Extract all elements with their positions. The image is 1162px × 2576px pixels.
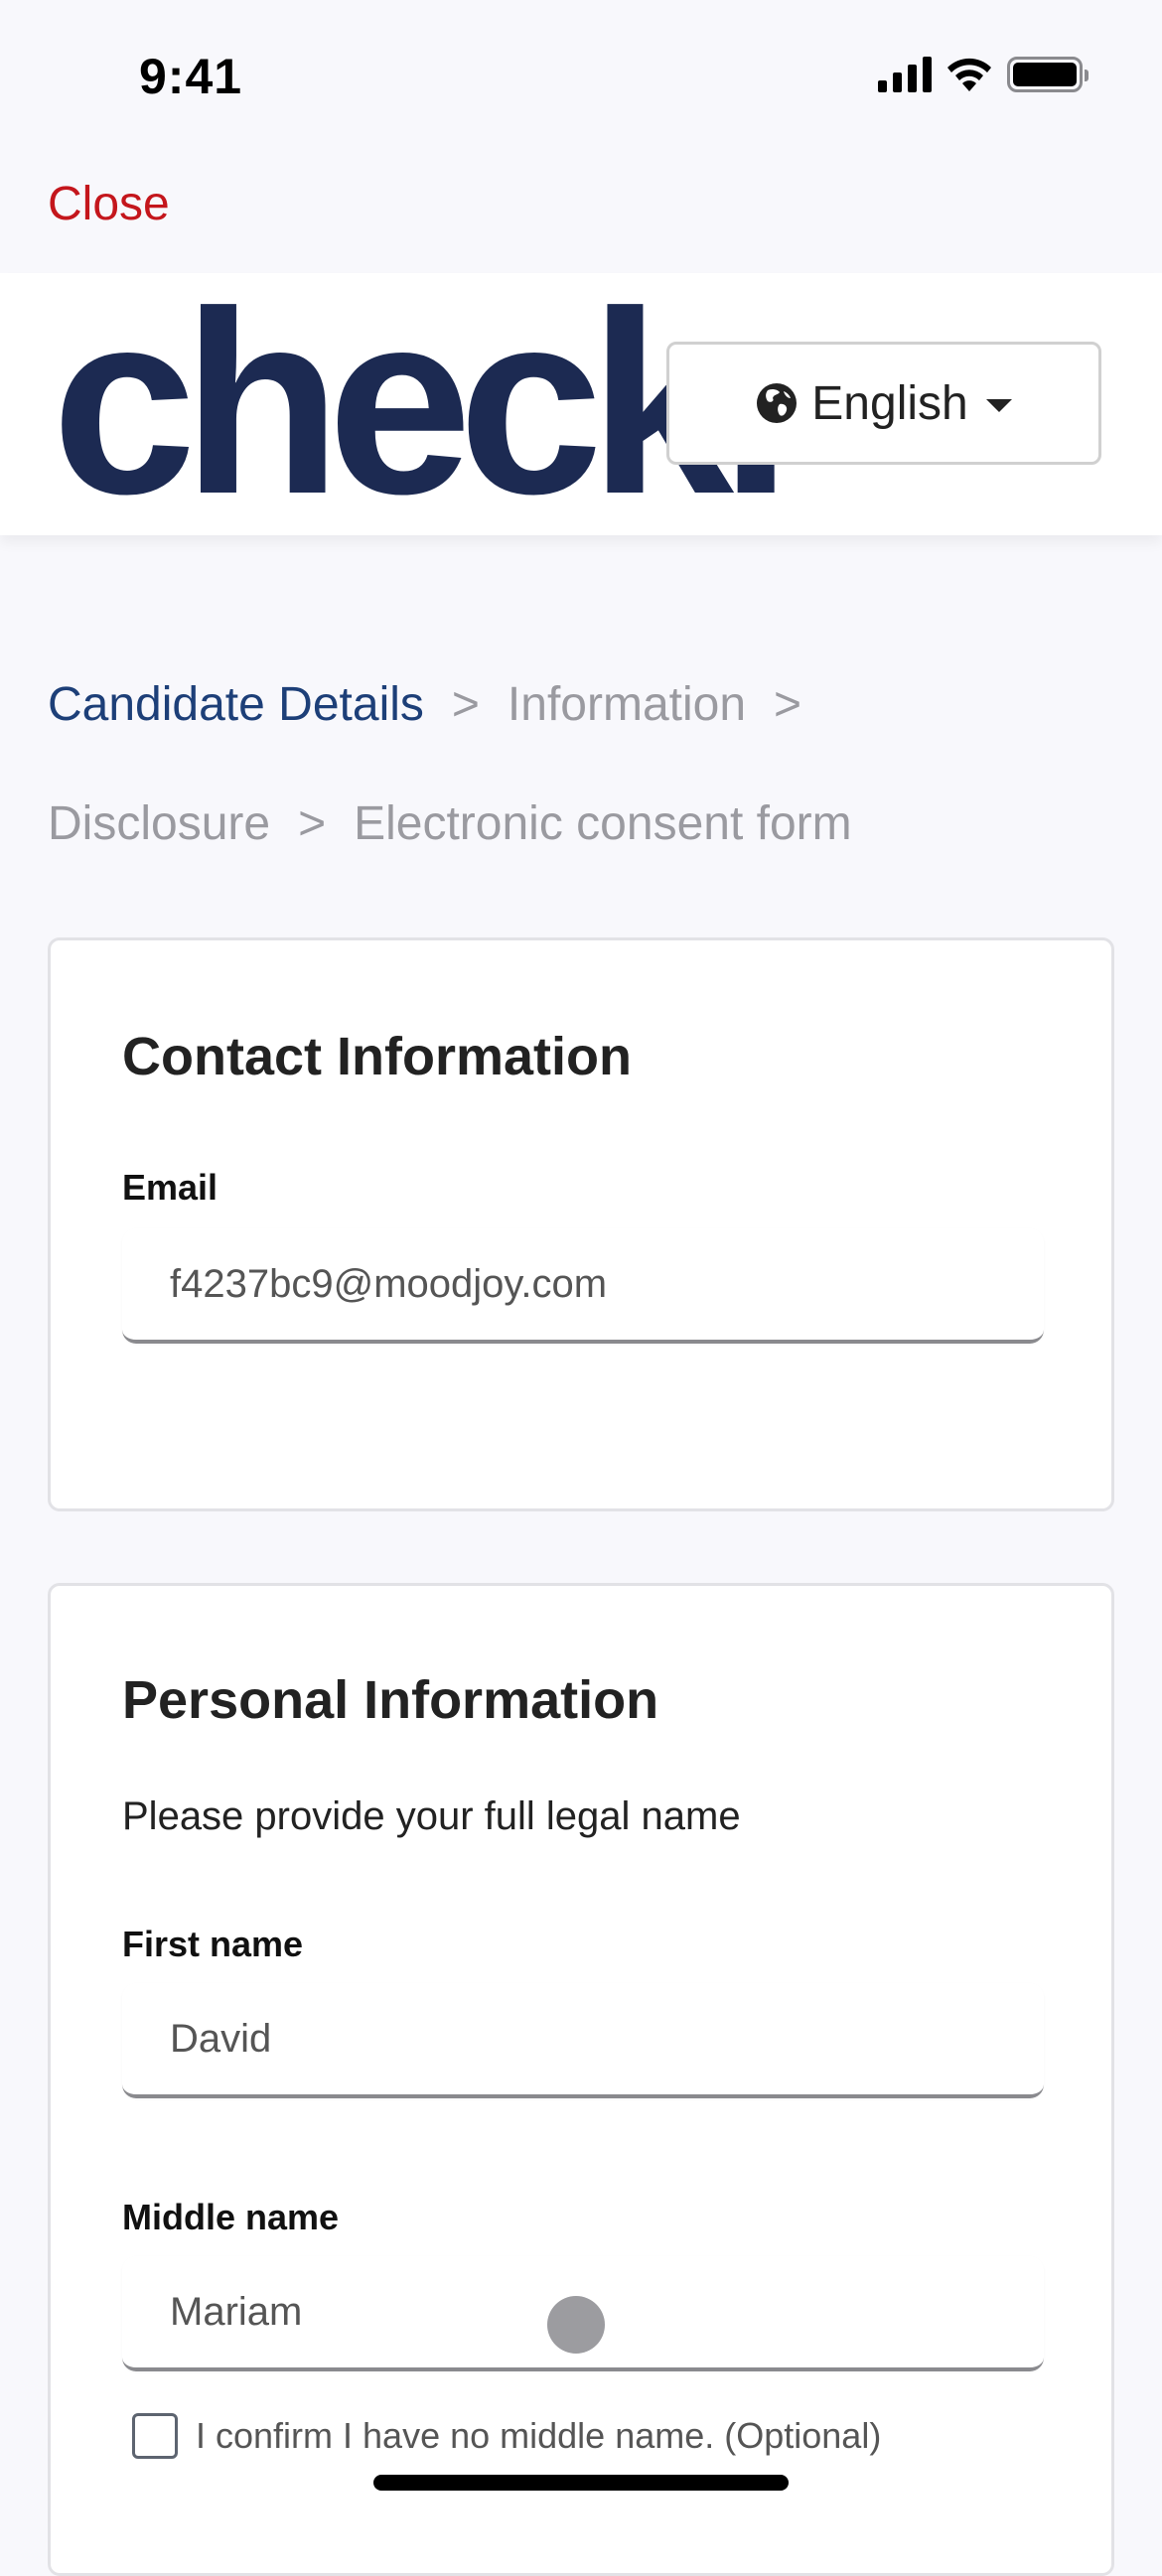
close-button[interactable]: Close bbox=[48, 177, 170, 231]
email-label: Email bbox=[122, 1167, 218, 1208]
status-time: 9:41 bbox=[139, 49, 243, 104]
breadcrumb-separator: > bbox=[298, 797, 327, 850]
globe-icon bbox=[757, 383, 798, 423]
header: check. English bbox=[0, 273, 1162, 535]
status-bar: 9:41 bbox=[0, 0, 1162, 149]
language-label: English bbox=[811, 376, 968, 430]
no-middle-name-option[interactable]: I confirm I have no middle name. (Option… bbox=[132, 2413, 881, 2459]
personal-information-card: Personal Information Please provide your… bbox=[48, 1583, 1114, 2576]
email-field[interactable] bbox=[122, 1228, 1044, 1344]
breadcrumb-separator: > bbox=[451, 678, 480, 731]
breadcrumb-item-information: Information bbox=[507, 678, 747, 731]
touch-indicator bbox=[547, 2296, 605, 2354]
personal-information-subtitle: Please provide your full legal name bbox=[122, 1794, 741, 1838]
contact-information-card: Contact Information Email bbox=[48, 937, 1114, 1511]
status-icons bbox=[878, 56, 1089, 93]
breadcrumb: Candidate Details > Information > Disclosur… bbox=[48, 645, 1120, 884]
no-middle-name-checkbox[interactable] bbox=[132, 2413, 178, 2459]
breadcrumb-separator: > bbox=[774, 678, 802, 731]
personal-information-title: Personal Information bbox=[122, 1670, 659, 1730]
wifi-icon bbox=[947, 58, 991, 91]
breadcrumb-item-disclosure: Disclosure bbox=[48, 797, 271, 850]
language-selector-button[interactable]: English bbox=[666, 342, 1101, 465]
breadcrumb-item-electronic-consent-form: Electronic consent form bbox=[354, 797, 852, 850]
middle-name-label: Middle name bbox=[122, 2197, 340, 2237]
cellular-signal-icon bbox=[878, 57, 932, 92]
home-indicator[interactable] bbox=[373, 2475, 789, 2491]
first-name-label: First name bbox=[122, 1924, 304, 1964]
battery-icon bbox=[1007, 57, 1089, 92]
breadcrumb-item-candidate-details[interactable]: Candidate Details bbox=[48, 678, 424, 731]
no-middle-name-label: I confirm I have no middle name. (Option… bbox=[196, 2415, 882, 2456]
contact-information-title: Contact Information bbox=[122, 1027, 632, 1086]
caret-down-icon bbox=[985, 398, 1012, 412]
first-name-field[interactable] bbox=[122, 1983, 1044, 2098]
